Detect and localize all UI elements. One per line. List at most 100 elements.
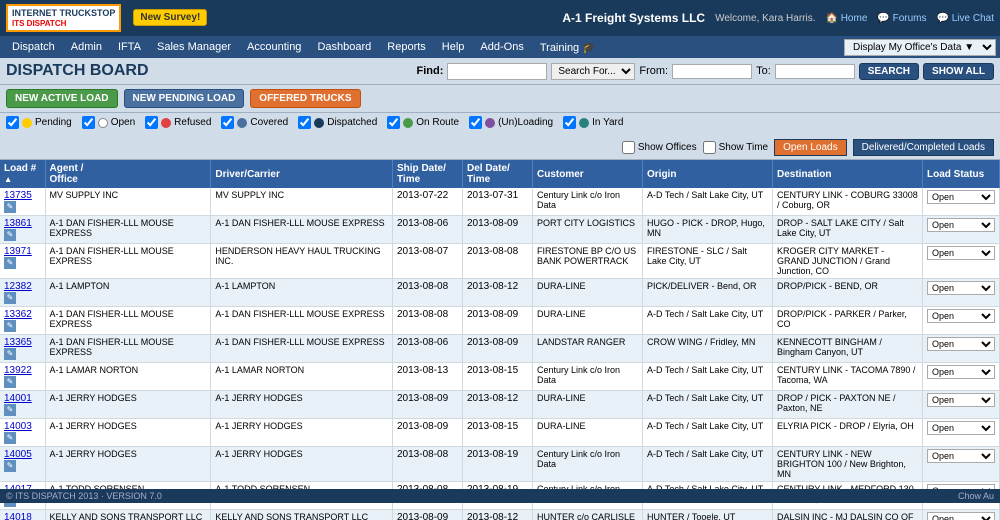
show-offices-checkbox[interactable] [622,141,635,154]
cell-load: 14005 ✎ [0,447,45,482]
filter-unloading[interactable]: (Un)Loading [469,116,553,129]
load-link[interactable]: 12382 [4,281,32,292]
show-all-button[interactable]: SHOW ALL [923,63,994,80]
filter-open-checkbox[interactable] [82,116,95,129]
nav-ifta[interactable]: IFTA [110,39,149,55]
filter-covered[interactable]: Covered [221,116,288,129]
status-select[interactable]: Open Open On Route Dispatched Covered [927,281,995,295]
nav-dashboard[interactable]: Dashboard [309,39,379,55]
load-link[interactable]: 14001 [4,393,32,404]
display-office-select[interactable]: Display My Office's Data ▼ [844,39,996,56]
filter-refused[interactable]: Refused [145,116,211,129]
filter-onroute[interactable]: On Route [387,116,459,129]
cell-ship: 2013-08-08 [393,447,463,482]
status-select[interactable]: Open Open On Route Dispatched Covered [927,309,995,323]
load-link[interactable]: 13362 [4,309,32,320]
home-link[interactable]: 🏠 Home [825,13,867,24]
status-select[interactable]: Open Open On Route Dispatched Covered [927,246,995,260]
edit-icon[interactable]: ✎ [4,257,16,269]
cell-status: Open Open On Route Dispatched Covered [923,244,1000,279]
find-input[interactable] [447,63,547,80]
col-header-del[interactable]: Del Date/Time [463,160,533,188]
filter-pending-checkbox[interactable] [6,116,19,129]
from-label: From: [639,65,668,77]
col-header-ship[interactable]: Ship Date/Time [393,160,463,188]
nav-dispatch[interactable]: Dispatch [4,39,63,55]
col-header-status[interactable]: Load Status [923,160,1000,188]
cell-status: Open Open On Route Dispatched Covered [923,363,1000,391]
load-link[interactable]: 14018 [4,512,32,520]
search-for-select[interactable]: Search For... [551,63,635,80]
filter-pending[interactable]: Pending [6,116,72,129]
table-row: 14005 ✎ A-1 JERRY HODGES A-1 JERRY HODGE… [0,447,1000,482]
filter-inyard-label: In Yard [592,117,623,128]
from-date-input[interactable]: 2012-10-11 [672,64,752,79]
to-date-input[interactable]: 2013-10-11 [775,64,855,79]
status-select[interactable]: Open Open On Route Dispatched Covered [927,190,995,204]
offered-trucks-button[interactable]: OFFERED TRUCKS [250,89,360,108]
filter-inyard[interactable]: In Yard [563,116,623,129]
edit-icon[interactable]: ✎ [4,201,16,213]
cell-del: 2013-08-09 [463,216,533,244]
status-select[interactable]: Open Open On Route Dispatched Covered [927,449,995,463]
filter-dispatched[interactable]: Dispatched [298,116,377,129]
status-select[interactable]: Open Open On Route Dispatched Covered [927,393,995,407]
status-select[interactable]: Open Open On Route Dispatched Covered [927,512,995,520]
new-pending-load-button[interactable]: NEW PENDING LOAD [124,89,245,108]
col-header-agent[interactable]: Agent /Office [45,160,211,188]
col-header-destination[interactable]: Destination [773,160,923,188]
filter-refused-checkbox[interactable] [145,116,158,129]
filter-covered-checkbox[interactable] [221,116,234,129]
load-link[interactable]: 13365 [4,337,32,348]
edit-icon[interactable]: ✎ [4,404,16,416]
edit-icon[interactable]: ✎ [4,320,16,332]
load-link[interactable]: 13922 [4,365,32,376]
show-time-checkbox[interactable] [703,141,716,154]
nav-admin[interactable]: Admin [63,39,110,55]
cell-del: 2013-08-19 [463,447,533,482]
edit-icon[interactable]: ✎ [4,229,16,241]
load-link[interactable]: 13735 [4,190,32,201]
cell-destination: DROP/PICK - BEND, OR [773,279,923,307]
search-button[interactable]: SEARCH [859,63,919,80]
filter-unloading-checkbox[interactable] [469,116,482,129]
filter-dispatched-checkbox[interactable] [298,116,311,129]
load-link[interactable]: 13861 [4,218,32,229]
edit-icon[interactable]: ✎ [4,292,16,304]
status-select[interactable]: Open Open On Route Dispatched Covered [927,337,995,351]
cell-load: 13971 ✎ [0,244,45,279]
filter-inyard-checkbox[interactable] [563,116,576,129]
delivered-loads-tab[interactable]: Delivered/Completed Loads [853,139,994,156]
show-time-option[interactable]: Show Time [703,141,768,154]
nav-reports[interactable]: Reports [379,39,434,55]
nav-help[interactable]: Help [434,39,473,55]
pending-dot [22,118,32,128]
new-active-load-button[interactable]: NEW ACTIVE LOAD [6,89,118,108]
filter-open[interactable]: Open [82,116,135,129]
edit-icon[interactable]: ✎ [4,432,16,444]
status-select[interactable]: Open Open On Route Dispatched Covered [927,365,995,379]
edit-icon[interactable]: ✎ [4,376,16,388]
live-chat-link[interactable]: 💬 Live Chat [937,13,994,24]
load-link[interactable]: 13971 [4,246,32,257]
load-link[interactable]: 14005 [4,449,32,460]
logo-area: INTERNET TRUCKSTOP ITS DISPATCH New Surv… [6,4,207,32]
col-header-driver[interactable]: Driver/Carrier [211,160,393,188]
edit-icon[interactable]: ✎ [4,460,16,472]
survey-button[interactable]: New Survey! [133,9,207,26]
status-select[interactable]: Open Open On Route Dispatched Covered [927,218,995,232]
open-loads-tab[interactable]: Open Loads [774,139,847,156]
show-offices-option[interactable]: Show Offices [622,141,697,154]
filter-onroute-checkbox[interactable] [387,116,400,129]
nav-addons[interactable]: Add-Ons [472,39,531,55]
col-header-origin[interactable]: Origin [643,160,773,188]
load-link[interactable]: 14003 [4,421,32,432]
status-select[interactable]: Open Open On Route Dispatched Covered [927,421,995,435]
nav-accounting[interactable]: Accounting [239,39,309,55]
col-header-customer[interactable]: Customer [533,160,643,188]
forums-link[interactable]: 💬 Forums [877,13,926,24]
col-header-load[interactable]: Load #▲ [0,160,45,188]
nav-sales-manager[interactable]: Sales Manager [149,39,239,55]
nav-training[interactable]: Training 🎓 [532,39,604,56]
edit-icon[interactable]: ✎ [4,348,16,360]
